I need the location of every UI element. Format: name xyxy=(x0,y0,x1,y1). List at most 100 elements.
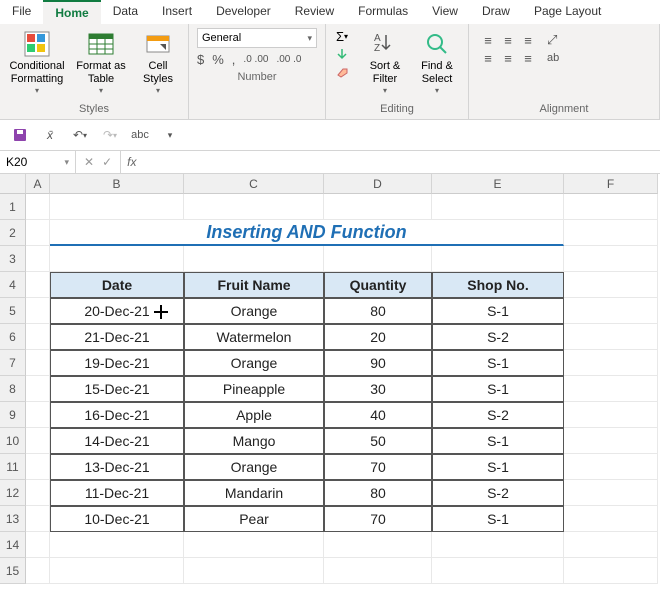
data-qty[interactable]: 50 xyxy=(324,428,432,454)
data-qty[interactable]: 40 xyxy=(324,402,432,428)
cell[interactable] xyxy=(564,376,658,402)
header-date[interactable]: Date xyxy=(50,272,184,298)
cell[interactable] xyxy=(324,246,432,272)
data-date[interactable]: 21-Dec-21 xyxy=(50,324,184,350)
cell[interactable] xyxy=(26,480,50,506)
data-date[interactable]: 15-Dec-21 xyxy=(50,376,184,402)
data-fruit[interactable]: Pineapple xyxy=(184,376,324,402)
formula-input[interactable] xyxy=(142,151,660,173)
row-header[interactable]: 8 xyxy=(0,376,26,402)
align-top-left-button[interactable]: ≡ xyxy=(479,32,497,48)
row-header[interactable]: 4 xyxy=(0,272,26,298)
data-fruit[interactable]: Orange xyxy=(184,350,324,376)
save-button[interactable] xyxy=(10,125,30,145)
data-shop[interactable]: S-2 xyxy=(432,480,564,506)
cell[interactable] xyxy=(564,246,658,272)
tab-page-layout[interactable]: Page Layout xyxy=(522,0,613,24)
data-shop[interactable]: S-1 xyxy=(432,376,564,402)
number-format-select[interactable]: General ▾ xyxy=(197,28,317,48)
cell[interactable] xyxy=(26,220,50,246)
align-bottom-center-button[interactable]: ≡ xyxy=(499,50,517,66)
cell[interactable] xyxy=(26,324,50,350)
cell[interactable] xyxy=(26,376,50,402)
cell[interactable] xyxy=(26,350,50,376)
cell[interactable] xyxy=(26,246,50,272)
tab-insert[interactable]: Insert xyxy=(150,0,204,24)
col-header-b[interactable]: B xyxy=(50,174,184,194)
accounting-format-button[interactable]: $ xyxy=(197,52,204,67)
fx-icon[interactable]: fx xyxy=(121,155,142,169)
row-header[interactable]: 15 xyxy=(0,558,26,584)
align-top-center-button[interactable]: ≡ xyxy=(499,32,517,48)
row-header[interactable]: 9 xyxy=(0,402,26,428)
undo-button[interactable]: ↶ ▾ xyxy=(70,125,90,145)
data-date[interactable]: 16-Dec-21 xyxy=(50,402,184,428)
cell[interactable] xyxy=(432,194,564,220)
tab-file[interactable]: File xyxy=(0,0,43,24)
align-bottom-left-button[interactable]: ≡ xyxy=(479,50,497,66)
cell[interactable] xyxy=(564,506,658,532)
cell[interactable] xyxy=(184,194,324,220)
orientation-button[interactable]: ⤢ xyxy=(547,32,559,48)
cell[interactable] xyxy=(26,402,50,428)
cell[interactable] xyxy=(324,558,432,584)
cell[interactable] xyxy=(50,532,184,558)
cell[interactable] xyxy=(26,454,50,480)
wrap-text-button[interactable]: ab xyxy=(547,52,559,64)
fill-button[interactable] xyxy=(332,46,352,62)
cell[interactable] xyxy=(564,532,658,558)
data-date[interactable]: 11-Dec-21 xyxy=(50,480,184,506)
cell[interactable] xyxy=(564,454,658,480)
data-fruit[interactable]: Apple xyxy=(184,402,324,428)
data-qty[interactable]: 90 xyxy=(324,350,432,376)
data-date[interactable]: 14-Dec-21 xyxy=(50,428,184,454)
data-shop[interactable]: S-2 xyxy=(432,324,564,350)
cell[interactable] xyxy=(564,402,658,428)
clear-button[interactable] xyxy=(332,64,352,80)
enter-formula-button[interactable]: ✓ xyxy=(102,155,112,169)
cell[interactable] xyxy=(324,194,432,220)
align-top-right-button[interactable]: ≡ xyxy=(519,32,537,48)
cell[interactable] xyxy=(564,558,658,584)
cell[interactable] xyxy=(564,272,658,298)
find-select-button[interactable]: Find & Select ▾ xyxy=(412,28,462,98)
cell[interactable] xyxy=(324,532,432,558)
data-date[interactable]: 20-Dec-21 xyxy=(50,298,184,324)
cell[interactable] xyxy=(564,194,658,220)
data-date[interactable]: 19-Dec-21 xyxy=(50,350,184,376)
cell[interactable] xyxy=(26,558,50,584)
cell[interactable] xyxy=(184,246,324,272)
header-fruit[interactable]: Fruit Name xyxy=(184,272,324,298)
cell[interactable] xyxy=(184,558,324,584)
cell[interactable] xyxy=(564,324,658,350)
cell[interactable] xyxy=(26,194,50,220)
data-fruit[interactable]: Watermelon xyxy=(184,324,324,350)
col-header-e[interactable]: E xyxy=(432,174,564,194)
align-bottom-right-button[interactable]: ≡ xyxy=(519,50,537,66)
data-qty[interactable]: 70 xyxy=(324,454,432,480)
data-date[interactable]: 13-Dec-21 xyxy=(50,454,184,480)
data-date[interactable]: 10-Dec-21 xyxy=(50,506,184,532)
cell[interactable] xyxy=(26,506,50,532)
tab-developer[interactable]: Developer xyxy=(204,0,283,24)
row-header[interactable]: 5 xyxy=(0,298,26,324)
tab-review[interactable]: Review xyxy=(283,0,346,24)
qat-dropdown[interactable]: ▾ xyxy=(160,125,180,145)
data-qty[interactable]: 80 xyxy=(324,298,432,324)
row-header[interactable]: 11 xyxy=(0,454,26,480)
cancel-formula-button[interactable]: ✕ xyxy=(84,155,94,169)
cell[interactable] xyxy=(26,272,50,298)
tab-draw[interactable]: Draw xyxy=(470,0,522,24)
cell[interactable] xyxy=(26,298,50,324)
cell[interactable] xyxy=(564,428,658,454)
cell[interactable] xyxy=(432,558,564,584)
cell[interactable] xyxy=(564,220,658,246)
tab-data[interactable]: Data xyxy=(101,0,150,24)
conditional-formatting-button[interactable]: Conditional Formatting ▾ xyxy=(6,28,68,98)
increase-decimal-button[interactable]: .00 .0 xyxy=(276,54,301,65)
select-all-corner[interactable] xyxy=(0,174,26,194)
decrease-decimal-button[interactable]: .0 .00 xyxy=(243,54,268,65)
cell[interactable] xyxy=(432,532,564,558)
col-header-f[interactable]: F xyxy=(564,174,658,194)
percent-format-button[interactable]: % xyxy=(212,52,224,67)
